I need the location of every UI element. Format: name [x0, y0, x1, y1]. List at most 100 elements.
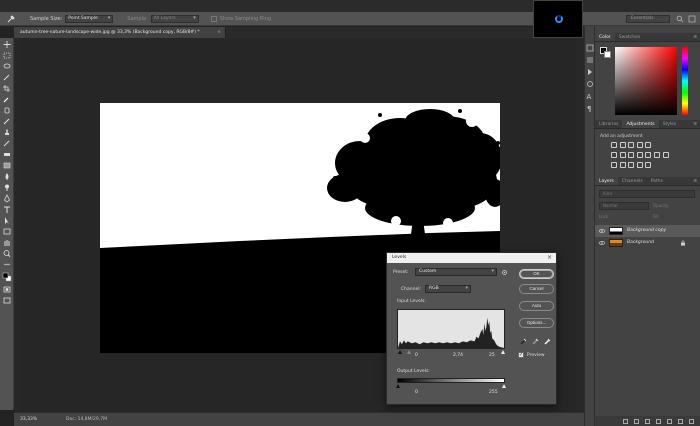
preview-checkbox[interactable]: ✓ — [518, 352, 524, 358]
black-eyedropper-icon[interactable] — [520, 338, 527, 345]
output-black-slider[interactable] — [396, 384, 400, 388]
blend-mode-select[interactable]: Normal — [599, 202, 649, 210]
close-tab-icon[interactable]: × — [217, 27, 221, 38]
tab-color[interactable]: Color — [595, 33, 615, 41]
tab-adjustments[interactable]: Adjustments — [622, 120, 659, 128]
input-white-value[interactable]: 25 — [489, 353, 495, 358]
tab-styles[interactable]: Styles — [659, 120, 681, 128]
share-icon[interactable] — [688, 15, 696, 23]
eraser-tool-icon[interactable] — [2, 150, 12, 159]
history-brush-icon[interactable] — [2, 139, 12, 148]
move-tool-icon[interactable] — [2, 40, 12, 49]
ok-button[interactable]: OK — [519, 269, 554, 279]
black-white-icon[interactable] — [636, 152, 643, 158]
curves-icon[interactable] — [628, 142, 635, 148]
tab-channels[interactable]: Channels — [618, 177, 647, 185]
sample-size-select[interactable]: Point Sample — [65, 14, 114, 23]
quick-mask-icon[interactable] — [2, 285, 12, 294]
actions-icon[interactable] — [586, 68, 594, 76]
quick-select-tool-icon[interactable] — [2, 73, 12, 82]
layer-filter-input[interactable]: Kind — [599, 190, 695, 198]
brush-tool-icon[interactable] — [2, 117, 12, 126]
eye-icon[interactable] — [599, 240, 605, 246]
eye-icon[interactable] — [599, 228, 605, 234]
color-balance-icon[interactable] — [628, 152, 635, 158]
gradient-fill-icon[interactable] — [645, 162, 652, 168]
screen-mode-icon[interactable] — [2, 296, 12, 305]
channel-mixer-icon[interactable] — [653, 152, 660, 158]
tab-paths[interactable]: Paths — [647, 177, 667, 185]
gradient-map-icon[interactable] — [645, 142, 652, 148]
history-icon[interactable] — [586, 44, 594, 52]
white-eyedropper-icon[interactable] — [544, 338, 551, 345]
levels-dialog-titlebar[interactable]: Levels × — [387, 253, 556, 263]
threshold-icon[interactable] — [628, 162, 635, 168]
gray-eyedropper-icon[interactable] — [532, 338, 539, 345]
background-color-swatch[interactable] — [604, 51, 611, 58]
new-layer-icon[interactable] — [678, 418, 683, 424]
cancel-button[interactable]: Cancel — [519, 284, 554, 294]
preset-select[interactable]: Custom — [415, 268, 497, 276]
tab-swatches[interactable]: Swatches — [615, 33, 645, 41]
dodge-tool-icon[interactable] — [2, 183, 12, 192]
selective-color-icon[interactable] — [636, 162, 643, 168]
delete-layer-icon[interactable] — [689, 418, 694, 424]
tab-layers[interactable]: Layers — [595, 177, 618, 185]
pen-tool-icon[interactable] — [2, 194, 12, 203]
fg-bg-swatches[interactable] — [600, 47, 612, 59]
layer-row-background[interactable]: Background — [595, 237, 700, 249]
exposure-icon[interactable] — [636, 142, 643, 148]
blur-tool-icon[interactable] — [2, 172, 12, 181]
gradient-tool-icon[interactable] — [2, 161, 12, 170]
input-white-slider[interactable] — [501, 350, 505, 354]
panel-menu-icon[interactable]: ≡ — [693, 177, 697, 186]
photo-filter-icon[interactable] — [645, 152, 652, 158]
close-dialog-icon[interactable]: × — [547, 253, 552, 263]
character-icon[interactable]: A — [586, 92, 594, 100]
search-icon[interactable] — [676, 15, 684, 23]
zoom-tool-icon[interactable] — [2, 249, 12, 258]
eyedropper-icon[interactable] — [2, 95, 12, 104]
shape-tool-icon[interactable] — [2, 227, 12, 236]
input-gamma-value[interactable]: 2,74 — [453, 353, 463, 358]
brush-settings-icon[interactable] — [586, 80, 594, 88]
auto-button[interactable]: Auto — [519, 301, 554, 311]
vibrance-icon[interactable] — [611, 152, 617, 158]
hue-saturation-icon[interactable] — [619, 152, 626, 158]
type-tool-icon[interactable] — [2, 205, 12, 214]
crop-tool-icon[interactable] — [2, 84, 12, 93]
marquee-tool-icon[interactable] — [2, 51, 12, 60]
hue-slider[interactable] — [682, 47, 688, 115]
more-tools-icon[interactable] — [2, 260, 12, 269]
output-white-slider[interactable] — [502, 384, 506, 388]
paragraph-icon[interactable]: ¶ — [586, 104, 594, 112]
invert-icon[interactable] — [611, 162, 617, 168]
color-lookup-icon[interactable] — [662, 152, 669, 158]
levels-icon[interactable] — [619, 142, 626, 148]
input-gamma-slider[interactable] — [407, 350, 411, 354]
eyedropper-tool-icon[interactable] — [6, 14, 16, 24]
options-button[interactable]: Options... — [519, 318, 554, 328]
layer-style-icon[interactable] — [634, 418, 639, 424]
channel-select[interactable]: RGB — [425, 285, 471, 293]
layer-row-background-copy[interactable]: Background copy — [595, 225, 700, 237]
new-group-icon[interactable] — [667, 418, 672, 424]
fg-bg-swatch-icon[interactable] — [2, 271, 12, 283]
sample-select[interactable]: All Layers — [150, 14, 199, 23]
tab-libraries[interactable]: Libraries — [595, 120, 622, 128]
preset-options-gear-icon[interactable] — [501, 269, 508, 276]
stamp-tool-icon[interactable] — [2, 128, 12, 137]
input-black-value[interactable]: 0 — [415, 353, 418, 358]
add-mask-icon[interactable] — [645, 418, 650, 424]
output-black-value[interactable]: 0 — [415, 390, 418, 395]
input-black-slider[interactable] — [398, 350, 402, 354]
healing-brush-icon[interactable] — [2, 106, 12, 115]
workspace-select[interactable]: Essentials — [626, 15, 670, 23]
color-picker-field[interactable] — [615, 47, 677, 115]
panel-menu-icon[interactable]: ≡ — [693, 120, 697, 129]
zoom-level[interactable]: 33,33% — [20, 413, 37, 426]
link-layers-icon[interactable] — [623, 418, 628, 424]
brightness-contrast-icon[interactable] — [611, 142, 617, 148]
posterize-icon[interactable] — [619, 162, 626, 168]
hand-tool-icon[interactable] — [2, 238, 12, 247]
